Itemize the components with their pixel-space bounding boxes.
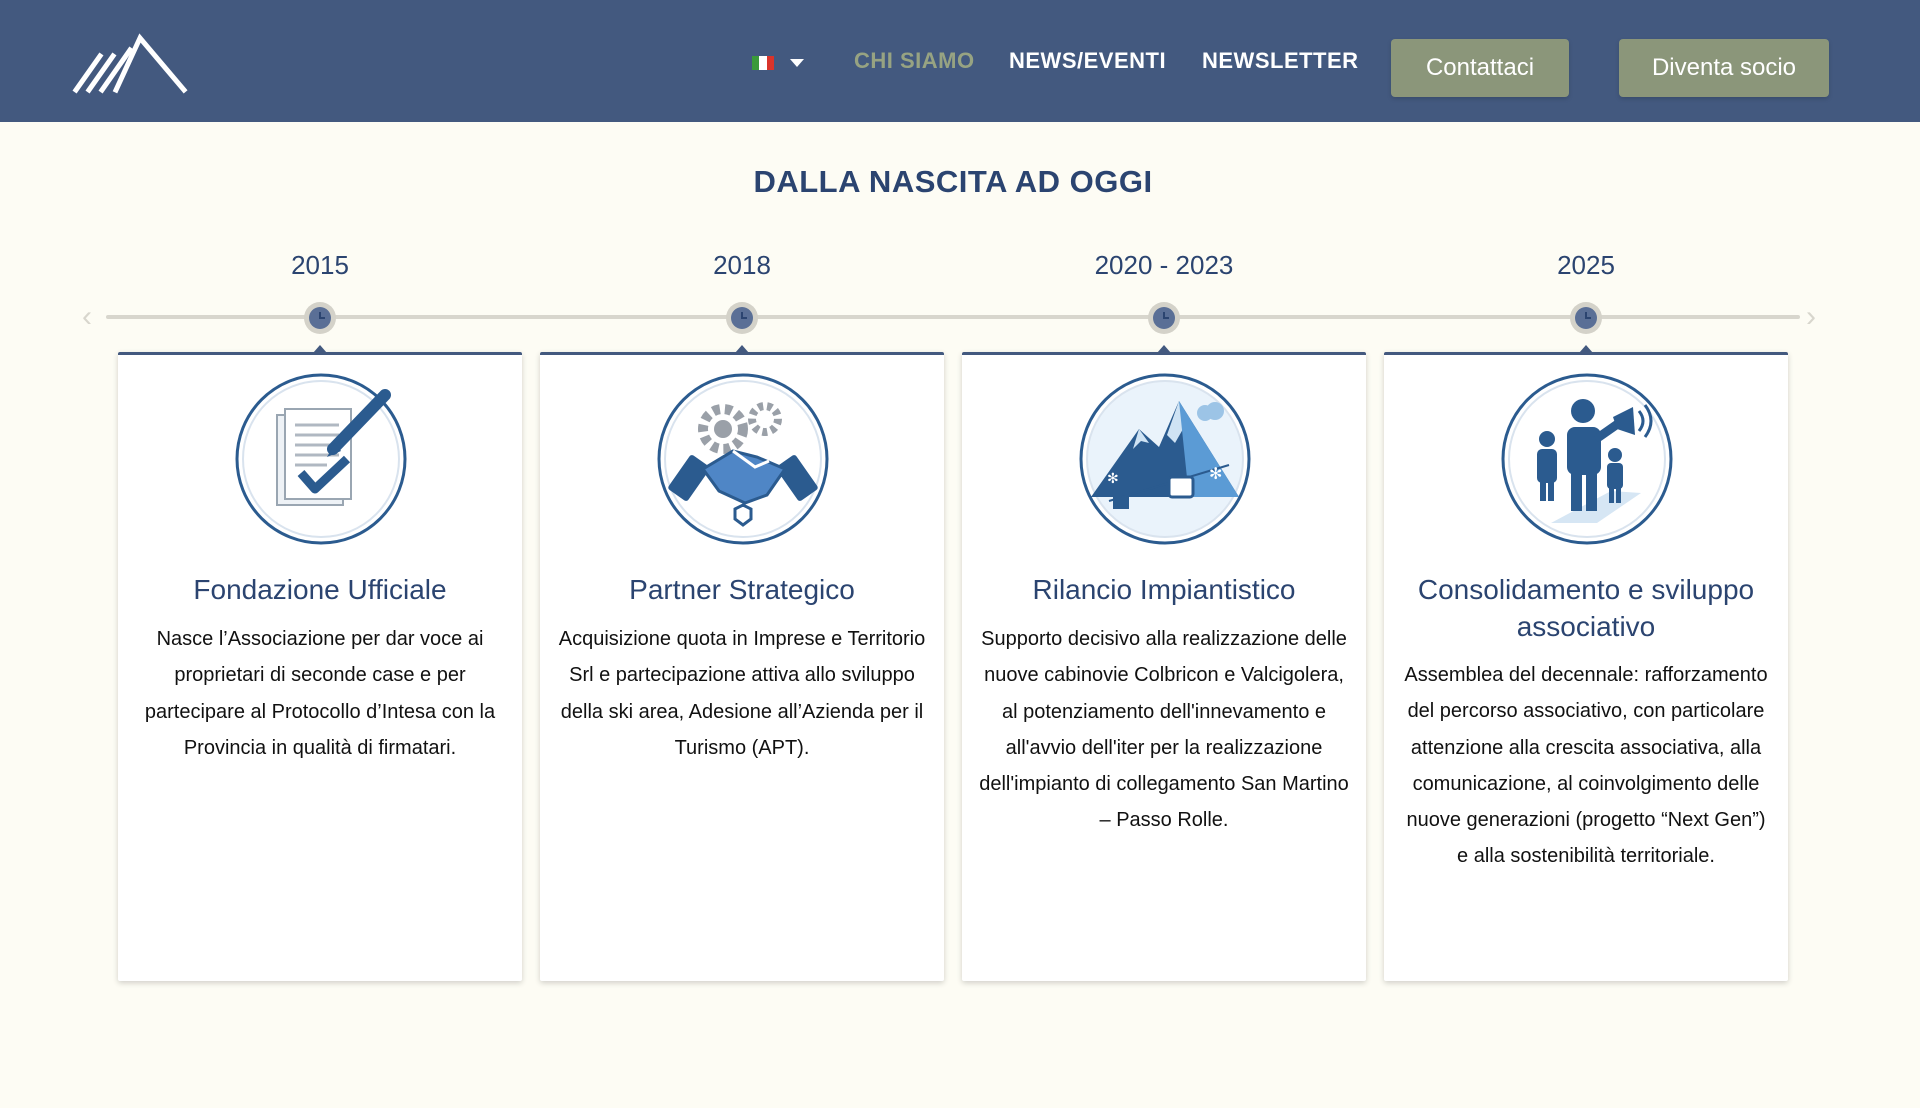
nav-chi-siamo[interactable]: CHI SIAMO <box>854 48 975 74</box>
timeline-year: 2015 <box>291 250 349 280</box>
timeline-year: 2020 - 2023 <box>1094 250 1234 280</box>
timeline-year: 2025 <box>1557 250 1615 280</box>
card-title: Consolidamento e sviluppo associativo <box>1417 574 1755 642</box>
card-text: Assemblea del decennale: rafforzamento d… <box>1404 664 1768 868</box>
contattaci-button[interactable]: Contattaci <box>1391 39 1569 97</box>
card-title: Partner Strategico <box>629 574 855 605</box>
document-signature-icon <box>235 373 407 545</box>
timeline-line <box>106 315 1800 319</box>
card-title: Fondazione Ufficiale <box>193 574 447 605</box>
chevron-right-icon[interactable]: › <box>1806 302 1816 332</box>
timeline-card: Partner Strategico Acquisizione quota in… <box>540 345 944 981</box>
diventa-socio-button[interactable]: Diventa socio <box>1619 39 1829 97</box>
timeline-card: ✻ ✻ Rilancio Impiantistico Supporto deci… <box>962 345 1366 981</box>
clock-icon[interactable] <box>1148 302 1180 334</box>
nav-news-eventi[interactable]: NEWS/EVENTI <box>1009 48 1166 74</box>
svg-text:✻: ✻ <box>1107 471 1119 487</box>
site-header: CHI SIAMO NEWS/EVENTI NEWSLETTER Contatt… <box>0 0 1920 122</box>
italy-flag-icon <box>752 56 774 70</box>
timeline-card: Consolidamento e sviluppo associativo As… <box>1384 345 1788 981</box>
chevron-down-icon <box>790 59 804 67</box>
card-title: Rilancio Impiantistico <box>1032 574 1296 605</box>
people-megaphone-icon <box>1501 373 1673 545</box>
timeline-year: 2018 <box>713 250 771 280</box>
language-selector[interactable] <box>752 52 804 74</box>
nav-newsletter[interactable]: NEWSLETTER <box>1202 48 1359 74</box>
mountain-logo-icon[interactable] <box>72 32 188 94</box>
card-text: Acquisizione quota in Imprese e Territor… <box>558 628 926 759</box>
clock-icon[interactable] <box>1570 302 1602 334</box>
timeline-card: Fondazione Ufficiale Nasce l’Associazion… <box>118 345 522 981</box>
clock-icon[interactable] <box>304 302 336 334</box>
chevron-left-icon[interactable]: ‹ <box>82 302 92 332</box>
card-text: Nasce l’Associazione per dar voce ai pro… <box>144 628 496 759</box>
clock-icon[interactable] <box>726 302 758 334</box>
card-text: Supporto decisivo alla realizzazione del… <box>979 628 1349 832</box>
svg-text:✻: ✻ <box>1209 464 1222 483</box>
handshake-gears-icon <box>657 373 829 545</box>
section-title: DALLA NASCITA AD OGGI <box>753 164 1153 199</box>
mountain-cablecar-icon: ✻ ✻ <box>1079 373 1251 545</box>
